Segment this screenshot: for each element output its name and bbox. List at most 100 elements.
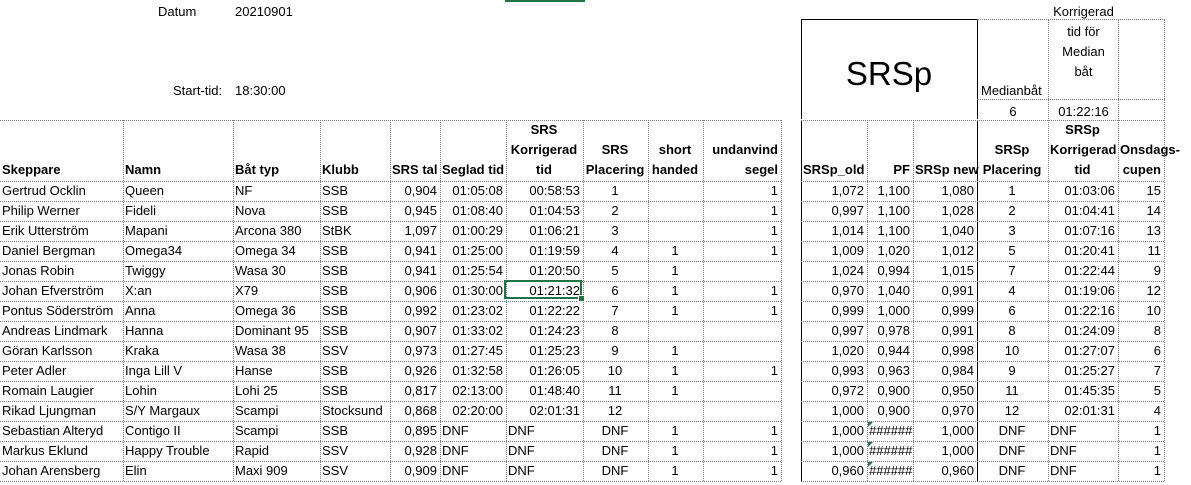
cell-pf[interactable]: ###### [869,463,912,479]
cell-skeppare[interactable]: Gertrud Ocklin [2,183,120,199]
cell-srstal[interactable]: 0,973 [392,343,437,359]
cell-srsp-old[interactable]: 1,000 [803,423,864,439]
cell-battyp[interactable]: Wasa 30 [235,263,317,279]
cell-srsplac[interactable]: 5 [585,263,645,279]
cell-skeppare[interactable]: Markus Eklund [2,443,120,459]
cell-srstal[interactable]: 0,904 [392,183,437,199]
cell-pf[interactable]: 0,944 [869,343,910,359]
header-short-line-2[interactable]: handed [650,162,700,178]
cell-namn[interactable]: Happy Trouble [125,443,230,459]
cell-pf[interactable]: 1,100 [869,223,910,239]
cell-onsdags[interactable]: 6 [1120,343,1161,359]
cell-klubb[interactable]: SSB [322,383,387,399]
cell-undanvind[interactable]: 1 [705,183,778,199]
header-srsp-korr-line-3[interactable]: tid [1050,162,1115,178]
cell-klubb[interactable]: Stocksund [322,403,387,419]
header-srsp-plac-line-1[interactable]: SRSp [979,142,1045,158]
cell-srskorr[interactable]: DNF [508,443,580,459]
header-short-line-1[interactable]: short [650,142,700,158]
cell-seglad[interactable]: 01:25:54 [442,263,503,279]
cell-srskorr[interactable]: 01:48:40 [508,383,580,399]
cell-namn[interactable]: Fideli [125,203,230,219]
cell-srsp-korr[interactable]: 01:25:27 [1050,363,1115,379]
cell-seglad[interactable]: 01:08:40 [442,203,503,219]
cell-srsp-plac[interactable]: 7 [979,263,1045,279]
cell-namn[interactable]: Omega34 [125,243,230,259]
cell-skeppare[interactable]: Philip Werner [2,203,120,219]
cell-srskorr[interactable]: DNF [508,423,580,439]
cell-klubb[interactable]: SSB [322,323,387,339]
cell-seglad[interactable]: 01:05:08 [442,183,503,199]
header-battyp[interactable]: Båt typ [235,162,317,178]
cell-srstal[interactable]: 0,945 [392,203,437,219]
header-skeppare[interactable]: Skeppare [2,162,120,178]
cell-undanvind[interactable]: 1 [705,223,778,239]
cell-seglad[interactable]: 01:00:29 [442,223,503,239]
cell-srsp-old[interactable]: 0,997 [803,323,864,339]
cell-srsp-korr[interactable]: 01:04:41 [1050,203,1115,219]
cell-srstal[interactable]: 0,909 [392,463,437,479]
selected-cell[interactable] [504,280,582,299]
cell-battyp[interactable]: Scampi [235,423,317,439]
cell-srsp-new[interactable]: 0,984 [915,363,974,379]
cell-undanvind[interactable]: 1 [705,363,778,379]
cell-skeppare[interactable]: Andreas Lindmark [2,323,120,339]
cell-srsp-new[interactable]: 1,012 [915,243,974,259]
cell-srsplac[interactable]: 1 [585,183,645,199]
cell-onsdags[interactable]: 14 [1120,203,1161,219]
cell-klubb[interactable]: SSB [322,183,387,199]
cell-klubb[interactable]: SSV [322,463,387,479]
cell-srsp-korr[interactable]: 01:45:35 [1050,383,1115,399]
korr-median-value[interactable]: 01:22:16 [1049,104,1118,120]
cell-onsdags[interactable]: 7 [1120,363,1161,379]
cell-srsp-korr[interactable]: 01:03:06 [1050,183,1115,199]
cell-seglad[interactable]: 02:20:00 [442,403,503,419]
cell-srsp-plac[interactable]: DNF [979,423,1045,439]
cell-klubb[interactable]: SSB [322,303,387,319]
cell-srsplac[interactable]: 9 [585,343,645,359]
cell-srsp-plac[interactable]: 8 [979,323,1045,339]
cell-srsp-new[interactable]: 0,991 [915,283,974,299]
cell-battyp[interactable]: Wasa 38 [235,343,317,359]
cell-klubb[interactable]: SSB [322,203,387,219]
cell-seglad[interactable]: 01:32:58 [442,363,503,379]
cell-srsp-new[interactable]: 0,999 [915,303,974,319]
cell-srsp-old[interactable]: 0,972 [803,383,864,399]
cell-namn[interactable]: S/Y Margaux [125,403,230,419]
cell-short[interactable]: 1 [650,243,700,259]
cell-srskorr[interactable]: 02:01:31 [508,403,580,419]
cell-srsp-korr[interactable]: DNF [1050,443,1115,459]
cell-srsp-plac[interactable]: 1 [979,183,1045,199]
cell-battyp[interactable]: Omega 36 [235,303,317,319]
cell-pf[interactable]: 1,100 [869,183,910,199]
cell-srsp-korr[interactable]: 01:27:07 [1050,343,1115,359]
cell-srsp-old[interactable]: 0,970 [803,283,864,299]
cell-srstal[interactable]: 0,868 [392,403,437,419]
cell-srsp-korr[interactable]: 01:24:09 [1050,323,1115,339]
cell-skeppare[interactable]: Sebastian Alteryd [2,423,120,439]
header-srsplac-line-2[interactable]: Placering [585,162,645,178]
cell-onsdags[interactable]: 12 [1120,283,1161,299]
cell-battyp[interactable]: Rapid [235,443,317,459]
datum-value[interactable]: 20210901 [235,4,293,20]
fill-handle[interactable] [578,295,585,302]
cell-srsplac[interactable]: DNF [585,463,645,479]
header-undanvind-line-1[interactable]: undanvind [705,142,778,158]
cell-pf[interactable]: 0,978 [869,323,910,339]
cell-onsdags[interactable]: 15 [1120,183,1161,199]
cell-namn[interactable]: Hanna [125,323,230,339]
cell-seglad[interactable]: DNF [442,463,503,479]
cell-skeppare[interactable]: Göran Karlsson [2,343,120,359]
cell-srsplac[interactable]: 6 [585,283,645,299]
header-klubb[interactable]: Klubb [322,162,387,178]
cell-srsplac[interactable]: 7 [585,303,645,319]
cell-onsdags[interactable]: 4 [1120,403,1161,419]
cell-srskorr[interactable]: 01:22:22 [508,303,580,319]
cell-namn[interactable]: Mapani [125,223,230,239]
header-undanvind-line-2[interactable]: segel [705,162,778,178]
cell-namn[interactable]: Inga Lill V [125,363,230,379]
cell-skeppare[interactable]: Peter Adler [2,363,120,379]
cell-skeppare[interactable]: Johan Efverström [2,283,120,299]
cell-srsp-old[interactable]: 1,000 [803,403,864,419]
cell-srsp-new[interactable]: 0,998 [915,343,974,359]
